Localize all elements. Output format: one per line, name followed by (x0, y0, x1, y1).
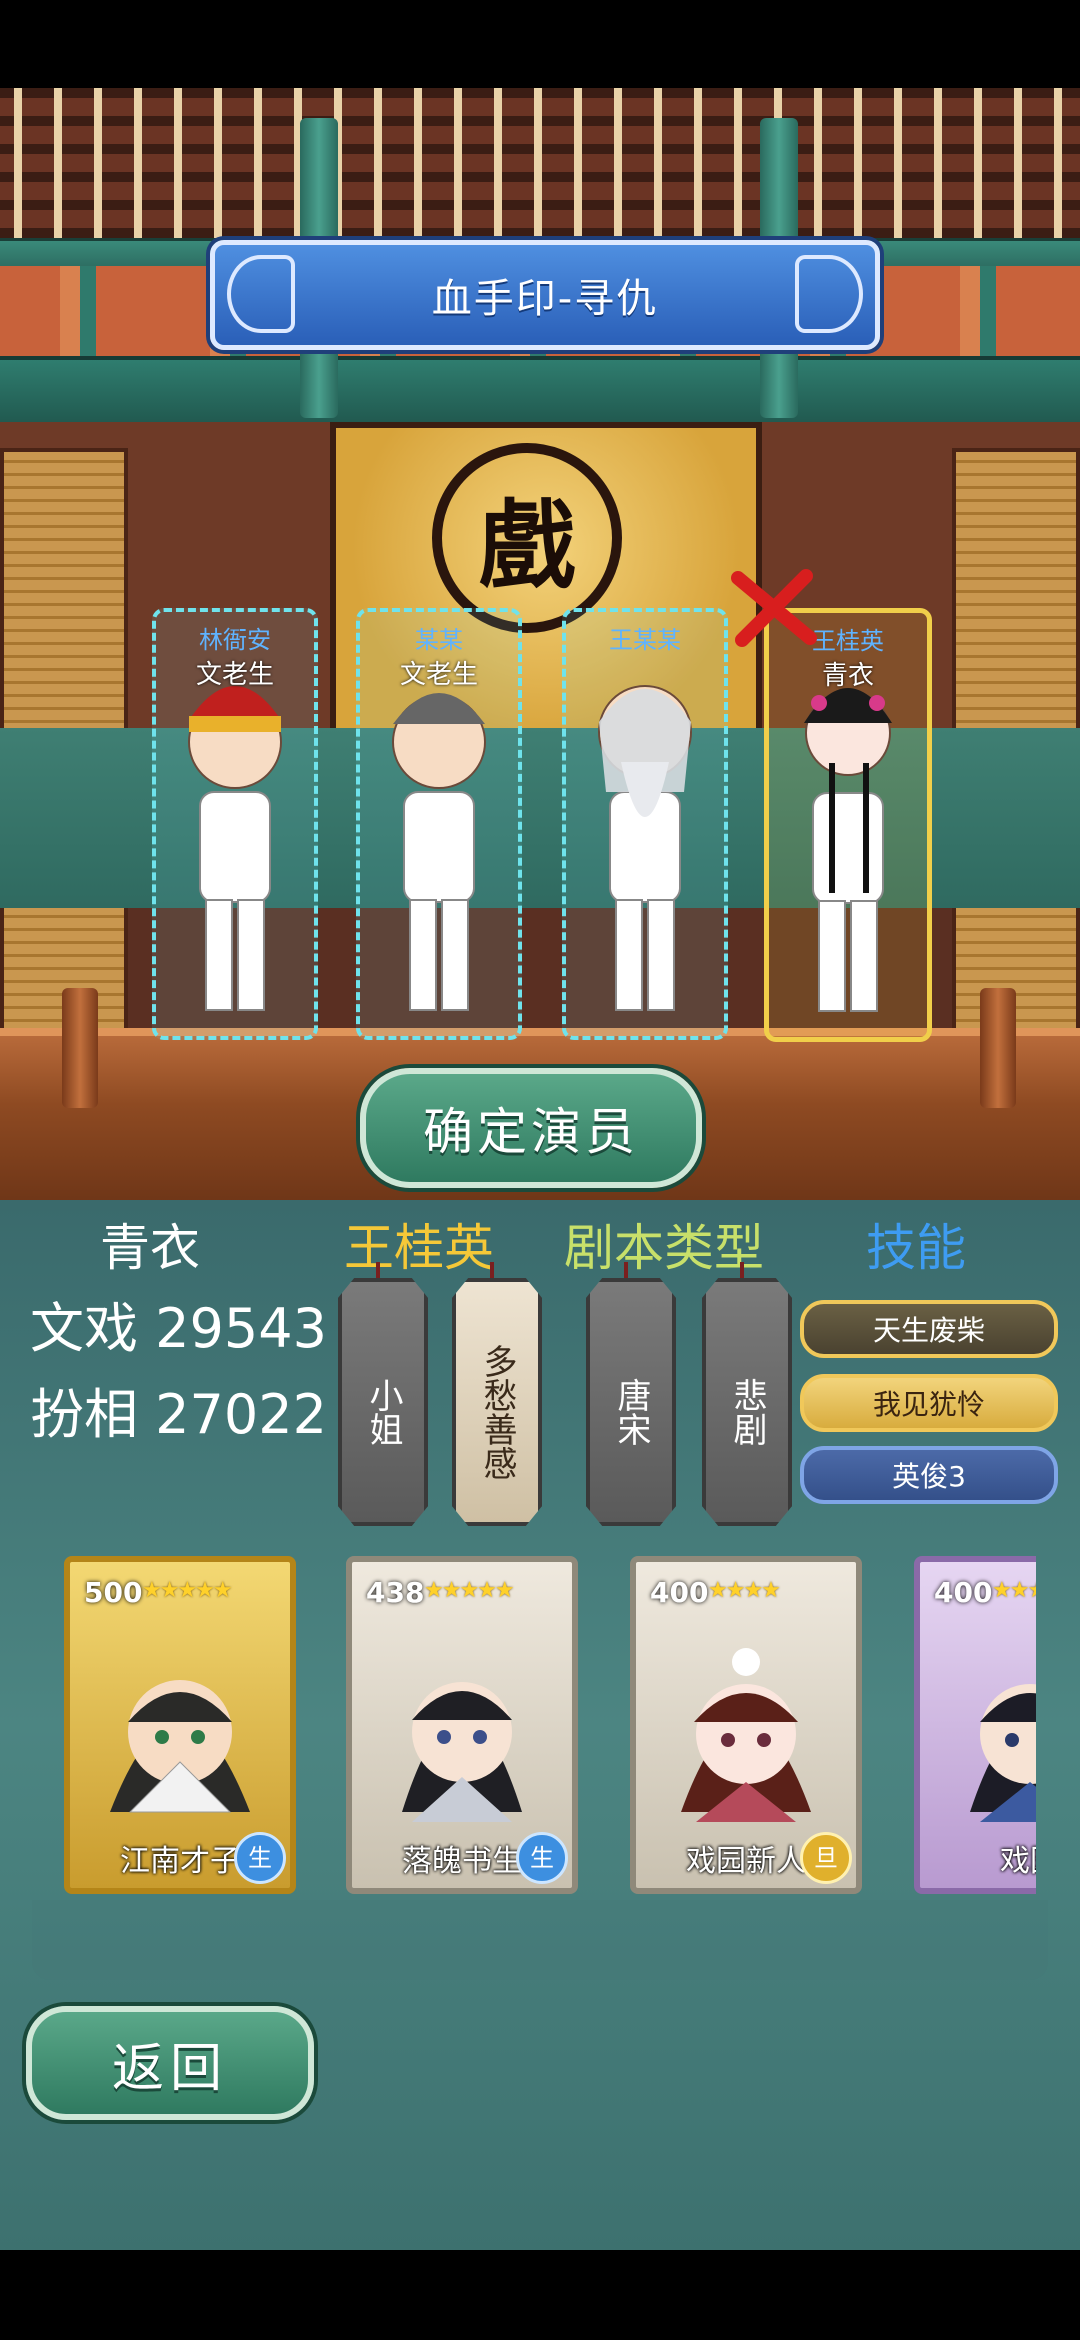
title-banner: 血手印-寻仇 (210, 240, 880, 350)
skill-badge[interactable]: 我见犹怜 (800, 1374, 1058, 1432)
actor-slot-3[interactable]: 王某某 (562, 608, 728, 1040)
actor-card-list: 500 ★★★★★ 江南才子 生 438 ★★★★★ 落魄书生 生 400 ★★… (0, 1540, 1036, 1900)
actor-portrait (402, 1682, 522, 1822)
stat-appearance: 扮相 27022 (30, 1383, 327, 1446)
actor-name: 王桂英 (344, 1219, 494, 1277)
confirm-actor-button[interactable]: 确定演员 (360, 1068, 702, 1188)
actor-card[interactable]: 438 ★★★★★ 落魄书生 生 (346, 1556, 578, 1894)
status-bar (0, 0, 1080, 88)
actor-slot-2[interactable]: 某某 文老生 (356, 608, 522, 1040)
role-badge: 旦 (800, 1832, 852, 1884)
actor-figure (598, 685, 692, 1011)
skills-label: 技能 (866, 1219, 966, 1277)
skill-badge[interactable]: 天生废柴 (800, 1300, 1058, 1358)
script-tag: 悲剧 (702, 1278, 792, 1526)
role-badge: 生 (516, 1832, 568, 1884)
actor-portrait (681, 1648, 811, 1822)
backdrop-character: 戲 (479, 489, 575, 602)
actor-slot-1[interactable]: 林衙安 文老生 (152, 608, 318, 1040)
navigation-bar (0, 2250, 1080, 2340)
role-badge: 生 (234, 1832, 286, 1884)
actor-card[interactable]: 400 ★★★★ 戏园 (914, 1556, 1036, 1894)
actor-card[interactable]: 400 ★★★★ 戏园新人 旦 (630, 1556, 862, 1894)
actor-card[interactable]: 500 ★★★★★ 江南才子 生 (64, 1556, 296, 1894)
card-tray (32, 1900, 1048, 1980)
play-title: 血手印-寻仇 (431, 276, 659, 322)
trait-tag: 小姐 (338, 1278, 428, 1526)
lattice-window (0, 88, 1080, 238)
remove-actor-icon[interactable] (726, 568, 822, 648)
script-tag: 唐宋 (586, 1278, 676, 1526)
actor-slot-4[interactable]: 王桂英 青衣 (764, 608, 932, 1042)
actor-portrait (110, 1680, 250, 1813)
script-type-label: 剧本类型 (564, 1219, 764, 1277)
skill-badge[interactable]: 英俊3 (800, 1446, 1058, 1504)
trait-tag: 多愁善感 (452, 1278, 542, 1526)
stat-acting: 文戏 29543 (30, 1297, 327, 1360)
actor-portrait (970, 1684, 1036, 1822)
back-button[interactable]: 返回 (26, 2006, 314, 2120)
